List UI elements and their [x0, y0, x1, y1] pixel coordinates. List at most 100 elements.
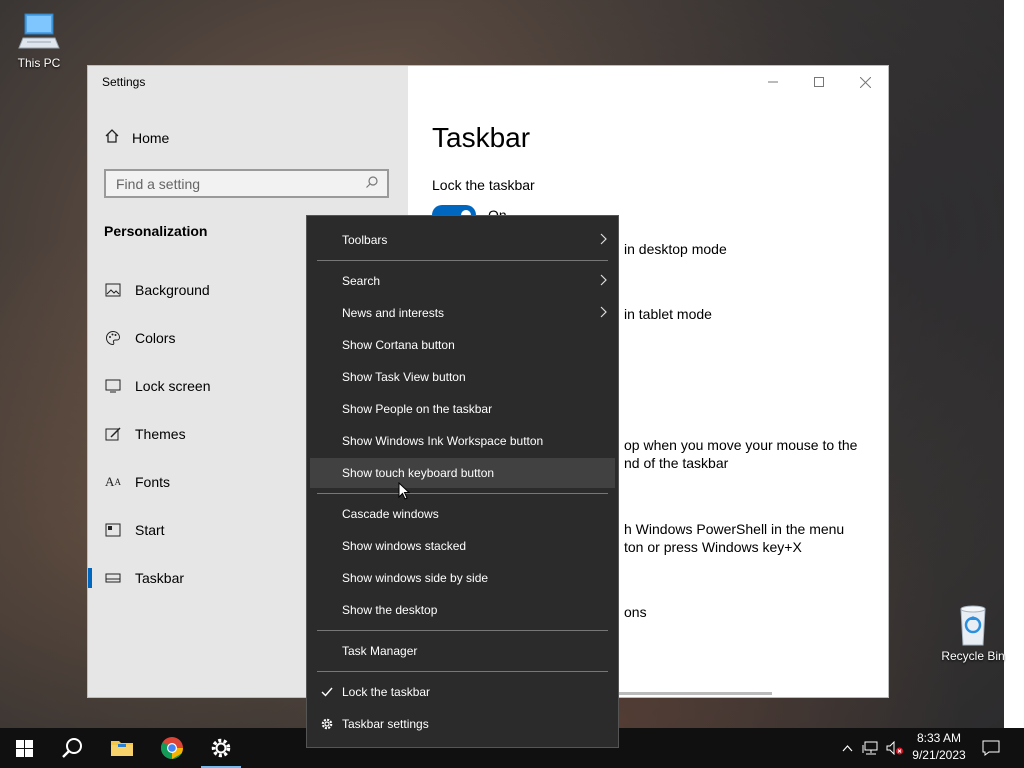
search-input[interactable]: Find a setting [104, 169, 389, 198]
notification-icon [982, 740, 1000, 756]
search-placeholder: Find a setting [116, 175, 201, 192]
menu-item-label: Show Task View button [342, 370, 466, 384]
nav-label: Background [135, 282, 210, 298]
menu-item-label: Show Windows Ink Workspace button [342, 434, 544, 448]
setting-text-fragment: h Windows PowerShell in the menu [624, 521, 845, 537]
palette-icon [104, 329, 122, 347]
show-hidden-icons-button[interactable] [838, 728, 856, 768]
minimize-button[interactable] [750, 66, 796, 98]
menu-item-label: Show People on the taskbar [342, 402, 493, 416]
start-button[interactable] [0, 728, 48, 768]
menu-item-label: Taskbar settings [342, 717, 429, 731]
start-grid-icon [104, 521, 122, 539]
menu-item-cascade-windows[interactable]: Cascade windows [310, 499, 615, 529]
setting-text-fragment: in desktop mode [624, 241, 727, 257]
volume-muted-icon [886, 741, 903, 755]
action-center-button[interactable] [976, 728, 1006, 768]
menu-item-label: Task Manager [342, 644, 418, 658]
page-title: Taskbar [432, 122, 531, 153]
menu-item-label: Show windows stacked [342, 539, 467, 553]
network-icon [862, 741, 878, 755]
mouse-cursor-icon [398, 482, 410, 500]
taskbar-icon [104, 569, 122, 587]
file-explorer-button[interactable] [98, 728, 146, 768]
menu-item-label: Show touch keyboard button [342, 466, 495, 480]
nav-label: Fonts [135, 474, 171, 490]
home-icon [104, 128, 120, 147]
clock-date: 9/21/2023 [912, 748, 966, 762]
chevron-right-icon [600, 274, 607, 286]
brush-icon [104, 425, 122, 443]
gear-icon [320, 717, 334, 731]
menu-item-label: News and interests [342, 306, 445, 320]
desktop-icon-this-pc[interactable]: This PC [4, 10, 74, 70]
monitor-icon [104, 377, 122, 395]
menu-item-lock-taskbar[interactable]: Lock the taskbar [310, 677, 615, 707]
menu-item-search[interactable]: Search [310, 266, 615, 296]
desktop-icon-recycle-bin[interactable]: Recycle Bin [938, 603, 1008, 663]
menu-item-show-task-view[interactable]: Show Task View button [310, 362, 615, 392]
gear-icon [211, 738, 231, 758]
menu-item-label: Cascade windows [342, 507, 439, 521]
menu-item-label: Show the desktop [342, 603, 438, 617]
system-clock[interactable]: 8:33 AM 9/21/2023 [906, 730, 972, 764]
nav-label: Themes [135, 426, 186, 442]
setting-text-fragment: ons [624, 604, 647, 620]
font-icon: AA [105, 474, 121, 489]
home-label: Home [132, 129, 170, 146]
window-controls [750, 66, 888, 98]
settings-taskbar-button[interactable] [197, 728, 245, 768]
chevron-right-icon [600, 233, 607, 245]
nav-label: Start [135, 522, 165, 538]
taskbar-context-menu: Toolbars Search News and interests Show … [306, 215, 619, 748]
home-link[interactable]: Home [104, 128, 169, 147]
menu-item-taskbar-settings[interactable]: Taskbar settings [310, 709, 615, 739]
window-title: Settings [102, 75, 146, 89]
checkmark-icon [320, 685, 334, 699]
search-taskbar-button[interactable] [48, 728, 96, 768]
menu-separator [317, 260, 608, 261]
search-icon [62, 738, 82, 758]
menu-item-task-manager[interactable]: Task Manager [310, 636, 615, 666]
clock-time: 8:33 AM [916, 731, 962, 745]
chevron-right-icon [600, 306, 607, 318]
lock-taskbar-label: Lock the taskbar [432, 177, 535, 193]
recycle-bin-icon [951, 603, 995, 647]
menu-item-label: Search [342, 274, 381, 288]
menu-separator [317, 493, 608, 494]
close-button[interactable] [842, 66, 888, 98]
menu-item-show-ink-workspace[interactable]: Show Windows Ink Workspace button [310, 426, 615, 456]
nav-label: Colors [135, 330, 176, 346]
menu-item-toolbars[interactable]: Toolbars [310, 225, 615, 255]
image-icon [104, 281, 122, 299]
chrome-icon [161, 737, 183, 759]
menu-item-show-people[interactable]: Show People on the taskbar [310, 394, 615, 424]
setting-text-fragment: nd of the taskbar [624, 455, 729, 471]
network-button[interactable] [860, 728, 882, 768]
folder-icon [111, 741, 133, 756]
search-icon [365, 175, 379, 192]
menu-separator [317, 630, 608, 631]
menu-item-label: Show Cortana button [342, 338, 455, 352]
computer-icon [17, 10, 61, 54]
chrome-button[interactable] [148, 728, 196, 768]
maximize-button[interactable] [796, 66, 842, 98]
menu-item-show-windows-stacked[interactable]: Show windows stacked [310, 531, 615, 561]
nav-label: Taskbar [135, 570, 185, 586]
setting-text-fragment: op when you move your mouse to the [624, 437, 858, 453]
menu-item-label: Show windows side by side [342, 571, 489, 585]
chevron-up-icon [842, 744, 852, 751]
menu-item-show-touch-keyboard[interactable]: Show touch keyboard button [310, 458, 615, 488]
menu-item-show-windows-side-by-side[interactable]: Show windows side by side [310, 563, 615, 593]
menu-item-show-cortana[interactable]: Show Cortana button [310, 330, 615, 360]
nav-label: Lock screen [135, 378, 211, 394]
menu-item-show-desktop[interactable]: Show the desktop [310, 595, 615, 625]
volume-button[interactable] [884, 728, 906, 768]
desktop-icon-label: This PC [17, 56, 61, 70]
menu-item-label: Lock the taskbar [342, 685, 431, 699]
menu-separator [317, 671, 608, 672]
menu-item-news-and-interests[interactable]: News and interests [310, 298, 615, 328]
section-title: Personalization [104, 223, 208, 239]
windows-logo-icon [15, 739, 33, 757]
setting-text-fragment: ton or press Windows key+X [624, 539, 802, 555]
